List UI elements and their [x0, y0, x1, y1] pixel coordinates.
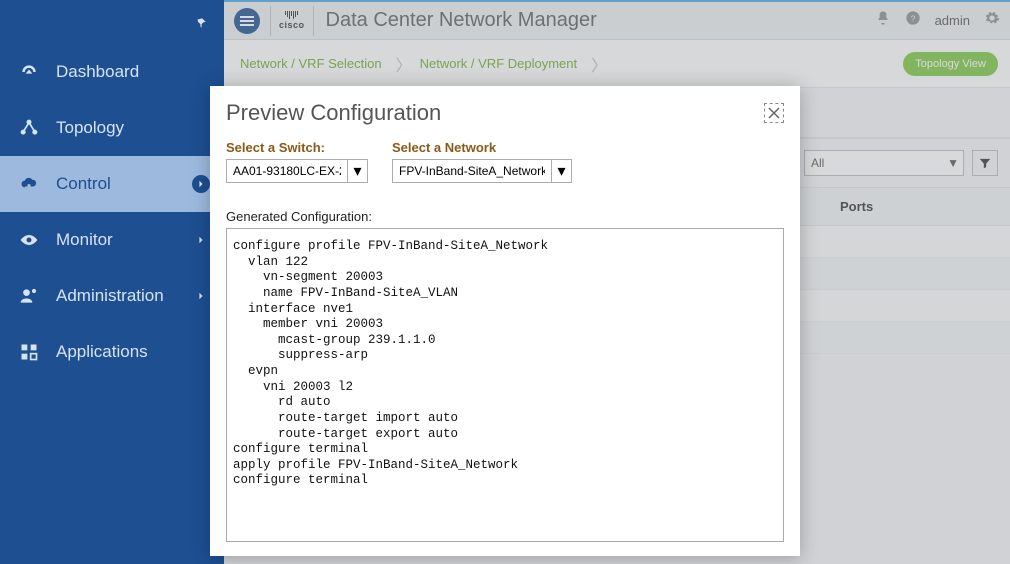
generated-config-text[interactable]: configure profile FPV-InBand-SiteA_Netwo…: [226, 228, 784, 542]
sidebar-item-topology[interactable]: Topology: [0, 100, 224, 156]
svg-text:?: ?: [910, 13, 915, 23]
apps-icon: [18, 341, 40, 363]
sidebar-item-control[interactable]: Control: [0, 156, 224, 212]
sidebar-item-label: Administration: [56, 286, 164, 306]
menu-button[interactable]: [234, 8, 260, 34]
network-select[interactable]: ▾: [392, 159, 572, 183]
sidebar-item-administration[interactable]: Administration: [0, 268, 224, 324]
chevron-right-icon: 〉: [591, 52, 607, 76]
help-icon[interactable]: ?: [905, 10, 921, 31]
user-gear-icon: [18, 285, 40, 307]
modal-title: Preview Configuration: [226, 100, 441, 126]
chevron-down-icon: ▼: [947, 156, 959, 170]
sidebar-item-label: Topology: [56, 118, 124, 138]
sidebar-item-label: Applications: [56, 342, 148, 362]
network-select-input[interactable]: [393, 160, 551, 182]
breadcrumb-bar: Network / VRF Selection 〉 Network / VRF …: [224, 40, 1010, 88]
close-button[interactable]: [764, 103, 784, 123]
settings-gear-icon[interactable]: [984, 10, 1000, 31]
sidebar-item-applications[interactable]: Applications: [0, 324, 224, 380]
network-select-label: Select a Network: [392, 140, 572, 155]
graph-icon: [18, 117, 40, 139]
pin-icon[interactable]: [194, 16, 208, 35]
sidebar-item-monitor[interactable]: Monitor: [0, 212, 224, 268]
chevron-right-icon: [192, 231, 210, 249]
sidebar-item-label: Monitor: [56, 230, 113, 250]
sidebar-item-label: Dashboard: [56, 62, 139, 82]
sidebar-item-dashboard[interactable]: Dashboard: [0, 44, 224, 100]
topology-view-button[interactable]: Topology View: [903, 52, 998, 76]
bell-icon[interactable]: [875, 10, 891, 31]
column-ports[interactable]: Ports: [840, 199, 994, 214]
topbar: cisco Data Center Network Manager ? admi…: [224, 0, 1010, 40]
vendor-name: cisco: [279, 20, 305, 30]
filter-dropdown-value: All: [811, 156, 824, 170]
chevron-down-icon[interactable]: ▾: [347, 160, 367, 182]
chevron-right-icon: [192, 175, 210, 193]
filter-dropdown[interactable]: All ▼: [804, 150, 964, 176]
sidebar-item-label: Control: [56, 174, 111, 194]
sidebar-nav: Dashboard Topology Control Monitor Admin…: [0, 44, 224, 380]
eye-icon: [18, 229, 40, 251]
app-title: Data Center Network Manager: [326, 9, 597, 32]
switch-select-input[interactable]: [227, 160, 347, 182]
vendor-logo: cisco: [270, 6, 314, 36]
gauge-icon: [18, 61, 40, 83]
breadcrumb-selection[interactable]: Network / VRF Selection: [240, 56, 382, 71]
generated-config-label: Generated Configuration:: [226, 209, 784, 224]
sidebar: Dashboard Topology Control Monitor Admin…: [0, 0, 224, 564]
chevron-right-icon: 〉: [396, 52, 412, 76]
breadcrumb-deployment[interactable]: Network / VRF Deployment: [420, 56, 578, 71]
filter-button[interactable]: [972, 150, 998, 176]
preview-config-modal: Preview Configuration Select a Switch: ▾…: [210, 86, 800, 556]
switch-select-label: Select a Switch:: [226, 140, 368, 155]
chevron-right-icon: [192, 287, 210, 305]
cloud-gear-icon: [18, 173, 40, 195]
switch-select[interactable]: ▾: [226, 159, 368, 183]
chevron-down-icon[interactable]: ▾: [551, 160, 571, 182]
user-label[interactable]: admin: [935, 13, 970, 28]
